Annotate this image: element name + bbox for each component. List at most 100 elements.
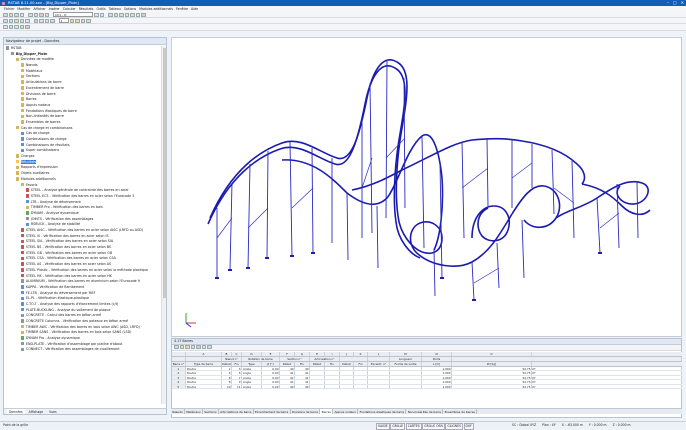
table-cell[interactable]: 8 bbox=[222, 380, 232, 384]
column-header[interactable]: β [°] bbox=[262, 361, 280, 366]
undo-icon[interactable] bbox=[28, 12, 33, 17]
table-cell[interactable]: 0.00 bbox=[262, 380, 280, 384]
open-file-icon[interactable] bbox=[8, 12, 13, 17]
member-icon[interactable] bbox=[14, 18, 19, 23]
table-cell[interactable]: 41 bbox=[280, 375, 295, 380]
node-icon[interactable] bbox=[8, 18, 13, 23]
table-cell[interactable] bbox=[354, 384, 368, 389]
table-cell[interactable] bbox=[368, 366, 390, 371]
tab-donnees[interactable]: Données bbox=[7, 409, 25, 414]
column-header[interactable]: Type bbox=[242, 361, 262, 366]
table-cell[interactable]: 40 bbox=[295, 384, 310, 389]
table-cell[interactable]: 52.75 bbox=[452, 371, 532, 375]
delete-icon[interactable] bbox=[25, 25, 30, 29]
table-cell[interactable]: 7 bbox=[232, 375, 242, 380]
pan-icon[interactable] bbox=[124, 12, 129, 17]
column-header[interactable]: Fin bbox=[354, 361, 368, 366]
sheet-tab[interactable]: Articulations de barre bbox=[219, 409, 254, 414]
column-header[interactable]: Fin bbox=[295, 361, 310, 366]
new-file-icon[interactable] bbox=[3, 12, 8, 17]
tab-affichage[interactable]: Affichage bbox=[27, 409, 46, 414]
table-cell[interactable]: 1 bbox=[222, 366, 232, 371]
column-header[interactable]: Fin bbox=[325, 361, 340, 366]
support-icon[interactable] bbox=[19, 18, 24, 23]
table-sort-icon[interactable] bbox=[185, 345, 190, 349]
move-icon[interactable] bbox=[33, 18, 38, 23]
tree-item[interactable]: CONNECT - Vérification des assemblages d… bbox=[4, 347, 162, 353]
table-cell[interactable]: 3 bbox=[172, 375, 186, 380]
results-icon[interactable] bbox=[44, 12, 49, 17]
table-cell[interactable]: Angle bbox=[242, 384, 262, 389]
table-cell[interactable]: 2 bbox=[172, 371, 186, 375]
render-icon[interactable] bbox=[130, 12, 135, 17]
3d-model-viewport[interactable] bbox=[171, 37, 682, 337]
zoom-level-field[interactable]: 1 bbox=[58, 18, 69, 23]
table-cell[interactable]: 1.000 bbox=[422, 371, 452, 375]
next-icon[interactable] bbox=[99, 12, 104, 17]
filter-icon[interactable] bbox=[141, 12, 146, 17]
table-cell[interactable]: 52.75 bbox=[452, 380, 532, 384]
grid-icon[interactable] bbox=[135, 12, 140, 17]
table-cell[interactable]: 9 bbox=[232, 380, 242, 384]
table-cell[interactable]: 41 bbox=[295, 375, 310, 380]
column-header[interactable]: Début bbox=[310, 361, 325, 366]
table-cell[interactable] bbox=[340, 366, 354, 371]
column-header[interactable]: Forme de voûte bbox=[390, 361, 422, 366]
copy-icon[interactable] bbox=[39, 18, 44, 23]
solid-icon[interactable] bbox=[8, 25, 13, 29]
column-header[interactable]: Début bbox=[222, 361, 232, 366]
table-cell[interactable] bbox=[310, 380, 325, 384]
table-cell[interactable]: 0.00 bbox=[262, 371, 280, 375]
save-icon[interactable] bbox=[14, 12, 19, 17]
table-cell[interactable]: XY bbox=[532, 371, 682, 375]
sheet-tab[interactable]: Nœuds bbox=[171, 409, 185, 414]
table-cell[interactable] bbox=[340, 384, 354, 389]
zoom-icon[interactable] bbox=[113, 12, 118, 17]
table-cell[interactable]: 0.00 bbox=[262, 384, 280, 389]
table-cell[interactable]: 5 bbox=[232, 371, 242, 375]
table-cell[interactable] bbox=[310, 384, 325, 389]
view-x-icon[interactable] bbox=[69, 18, 74, 23]
table-cell[interactable] bbox=[390, 384, 422, 389]
table-cell[interactable]: 10 bbox=[222, 384, 232, 389]
table-cell[interactable]: Poutre bbox=[186, 366, 222, 371]
table-delete-icon[interactable] bbox=[196, 345, 201, 349]
table-cell[interactable]: 0.00 bbox=[262, 366, 280, 371]
navigator-scrollbar[interactable] bbox=[161, 46, 167, 404]
table-cell[interactable]: 40 bbox=[280, 366, 295, 371]
table-cell[interactable] bbox=[354, 380, 368, 384]
table-cell[interactable] bbox=[325, 371, 340, 375]
table-cell[interactable]: Poutre bbox=[186, 384, 222, 389]
table-cell[interactable]: 1.000 bbox=[422, 380, 452, 384]
table-filter-icon[interactable] bbox=[174, 345, 179, 349]
sheet-tab[interactable]: Divisions de barre bbox=[291, 409, 321, 414]
table-cell[interactable]: Poutre bbox=[186, 380, 222, 384]
previous-icon[interactable] bbox=[94, 12, 99, 17]
table-cell[interactable] bbox=[390, 380, 422, 384]
column-header[interactable]: L [m] bbox=[422, 361, 452, 366]
table-cell[interactable]: Angle bbox=[242, 366, 262, 371]
tab-vues[interactable]: Vues bbox=[47, 409, 58, 414]
table-cell[interactable]: Angle bbox=[242, 380, 262, 384]
calculate-icon[interactable] bbox=[39, 12, 44, 17]
sheet-tab[interactable]: Non-linéarités de barre bbox=[406, 409, 444, 414]
table-cell[interactable] bbox=[390, 375, 422, 380]
table-cell[interactable]: 0.00 bbox=[262, 375, 280, 380]
column-header[interactable]: Barre n° bbox=[172, 361, 186, 366]
table-cell[interactable]: 41 bbox=[280, 380, 295, 384]
column-header[interactable]: Excentr. n° bbox=[368, 361, 390, 366]
column-header[interactable]: Début bbox=[280, 361, 295, 366]
view-y-icon[interactable] bbox=[75, 18, 80, 23]
table-cell[interactable]: XY bbox=[532, 384, 682, 389]
table-select-icon[interactable] bbox=[201, 345, 206, 349]
table-cell[interactable] bbox=[368, 375, 390, 380]
table-cell[interactable]: 1.000 bbox=[422, 375, 452, 380]
wireframe-icon[interactable] bbox=[3, 25, 8, 29]
table-cell[interactable]: XY bbox=[532, 366, 682, 371]
table-cell[interactable] bbox=[354, 375, 368, 380]
redo-icon[interactable] bbox=[33, 12, 38, 17]
table-cell[interactable]: 40 bbox=[280, 384, 295, 389]
column-header[interactable]: Début bbox=[340, 361, 354, 366]
print-icon[interactable] bbox=[19, 12, 24, 17]
table-edit-icon[interactable] bbox=[179, 345, 184, 349]
